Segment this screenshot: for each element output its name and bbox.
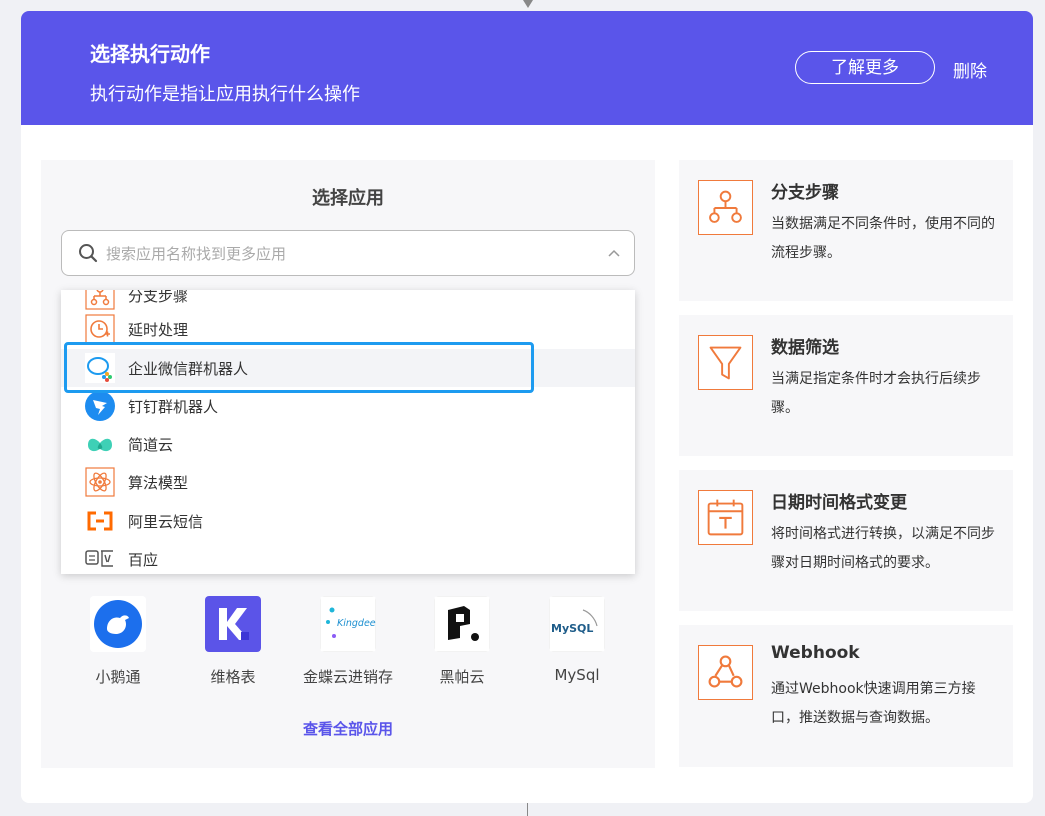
mysql-icon: MySQL [549, 596, 605, 652]
app-heipayun[interactable]: 黑帕云 [407, 596, 517, 696]
branch-icon [85, 290, 115, 310]
feature-webhook[interactable]: Webhook 通过Webhook快速调用第三方接口，推送数据与查询数据。 [679, 625, 1013, 767]
dropdown-item-label: 阿里云短信 [128, 513, 204, 531]
feature-description: 通过Webhook快速调用第三方接口，推送数据与查询数据。 [771, 681, 976, 726]
view-all-apps-link[interactable]: 查看全部应用 [41, 718, 655, 739]
dropdown-item-baiying[interactable]: 百应 [61, 540, 635, 574]
dropdown-item-label: 百应 [128, 551, 159, 569]
app-label: 黑帕云 [439, 668, 485, 686]
selection-highlight [64, 342, 534, 393]
baiying-icon [85, 550, 113, 567]
feature-data-filter[interactable]: 数据筛选 当满足指定条件时才会执行后续步骤。 [679, 315, 1013, 456]
feature-description: 当数据满足不同条件时，使用不同的流程步骤。 [771, 216, 995, 261]
card-header: 选择执行动作 执行动作是指让应用执行什么操作 了解更多 删除 [21, 11, 1033, 125]
dropdown-item-aliyun-sms[interactable]: 阿里云短信 [61, 502, 635, 540]
panel-title: 选择应用 [312, 188, 384, 209]
app-search-input[interactable] [106, 241, 586, 267]
feature-datetime-format[interactable]: 日期时间格式变更 将时间格式进行转换，以满足不同步骤对日期时间格式的要求。 [679, 470, 1013, 611]
dingtalk-icon [85, 391, 115, 421]
webhook-icon [698, 645, 753, 700]
app-label: MySql [554, 666, 600, 684]
calendar-icon [698, 490, 753, 545]
delete-button[interactable]: 删除 [953, 57, 987, 82]
learn-more-button[interactable]: 了解更多 [795, 51, 935, 84]
dropdown-item-label: 算法模型 [128, 474, 189, 492]
clock-delay-icon [85, 314, 115, 344]
dropdown-item-algorithm[interactable]: 算法模型 [61, 463, 635, 501]
feature-branch-step[interactable]: 分支步骤 当数据满足不同条件时，使用不同的流程步骤。 [679, 160, 1013, 301]
dropdown-item-label: 简道云 [128, 436, 174, 454]
app-xiaoetong[interactable]: 小鹅通 [63, 596, 173, 696]
feature-title: 日期时间格式变更 [771, 493, 907, 513]
feature-title: Webhook [771, 643, 860, 663]
dropdown-item-label: 分支步骤 [128, 290, 189, 305]
feature-description: 将时间格式进行转换，以满足不同步骤对日期时间格式的要求。 [771, 526, 995, 571]
flow-connector-arrow [523, 0, 533, 8]
feature-title: 分支步骤 [771, 183, 839, 203]
select-app-panel: 选择应用 分支步骤 [41, 160, 655, 768]
chevron-up-icon[interactable] [606, 245, 622, 261]
app-label: 维格表 [210, 668, 256, 686]
kingdee-icon: Kingdee [320, 596, 376, 652]
dropdown-item-jiandaoyun[interactable]: 简道云 [61, 425, 635, 463]
kingdee-logo-text: Kingdee [337, 618, 376, 629]
flow-connector-line [527, 803, 528, 816]
dropdown-item-label: 钉钉群机器人 [128, 398, 219, 416]
atom-icon [85, 467, 115, 497]
search-icon [79, 244, 98, 263]
app-dropdown-list[interactable]: 分支步骤 延时处理 企业微信群机器人 钉钉群机器人 简道云 算法模型 阿里云短信… [61, 290, 635, 574]
app-mysql[interactable]: MySQL MySql [522, 596, 632, 696]
header-title: 选择执行动作 [90, 42, 210, 66]
aliyun-icon [87, 511, 113, 531]
mysql-logo-text: MySQL [551, 622, 593, 635]
dropdown-item-label: 延时处理 [128, 321, 189, 339]
app-kingdee[interactable]: Kingdee 金蝶云进销存 [293, 596, 403, 696]
app-label: 小鹅通 [95, 668, 141, 686]
xiaoetong-icon [90, 596, 146, 652]
header-subtitle: 执行动作是指让应用执行什么操作 [90, 84, 360, 105]
app-label: 金蝶云进销存 [302, 668, 393, 686]
vika-icon [205, 596, 261, 652]
action-card: 选择执行动作 执行动作是指让应用执行什么操作 了解更多 删除 选择应用 搜索应用… [21, 11, 1033, 803]
branch-icon [698, 180, 753, 235]
jiandaoyun-icon [88, 438, 112, 452]
filter-funnel-icon [698, 335, 753, 390]
feature-description: 当满足指定条件时才会执行后续步骤。 [771, 371, 981, 416]
app-search-box[interactable] [61, 230, 635, 276]
feature-title: 数据筛选 [771, 338, 839, 358]
popular-apps-row: 小鹅通 维格表 Kingdee 金蝶云进销存 黑帕云 MySQL MySql [41, 596, 655, 696]
app-vika[interactable]: 维格表 [178, 596, 288, 696]
heipayun-icon [434, 596, 490, 652]
